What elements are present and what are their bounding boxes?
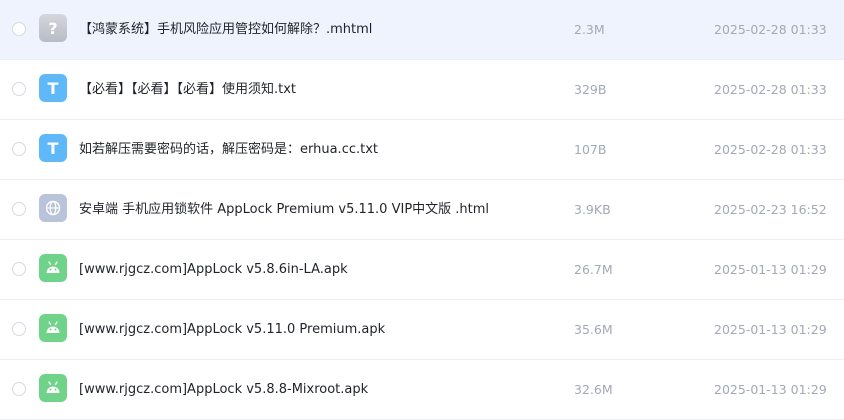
file-size: 32.6M (574, 382, 613, 397)
globe-glyph (45, 200, 61, 216)
unknown-file-icon: ? (39, 14, 67, 42)
file-date: 2025-01-13 01:29 (714, 262, 827, 277)
file-row[interactable]: [www.rjgcz.com]AppLock v5.8.8-Mixroot.ap… (0, 360, 844, 420)
file-row[interactable]: T 如若解压需要密码的话，解压密码是：erhua.cc.txt 107B 202… (0, 120, 844, 180)
file-row[interactable]: ? 【鸿蒙系统】手机风险应用管控如何解除？.mhtml 2.3M 2025-02… (0, 0, 844, 60)
file-size: 329B (574, 82, 607, 97)
row-checkbox[interactable] (12, 22, 26, 36)
txt-file-icon: T (39, 74, 67, 102)
file-row[interactable]: 安卓端 手机应用锁软件 AppLock Premium v5.11.0 VIP中… (0, 180, 844, 240)
file-date: 2025-02-28 01:33 (714, 82, 827, 97)
file-name[interactable]: 【必看】【必看】【必看】使用须知.txt (79, 60, 296, 120)
file-name[interactable]: 安卓端 手机应用锁软件 AppLock Premium v5.11.0 VIP中… (79, 180, 489, 240)
file-date: 2025-02-28 01:33 (714, 22, 827, 37)
txt-file-icon: T (39, 134, 67, 162)
file-date: 2025-02-28 01:33 (714, 142, 827, 157)
file-name[interactable]: 【鸿蒙系统】手机风险应用管控如何解除？.mhtml (79, 0, 372, 60)
android-icon (39, 314, 67, 342)
row-checkbox[interactable] (12, 82, 26, 96)
row-checkbox[interactable] (12, 262, 26, 276)
file-list: ? 【鸿蒙系统】手机风险应用管控如何解除？.mhtml 2.3M 2025-02… (0, 0, 844, 420)
file-row[interactable]: T 【必看】【必看】【必看】使用须知.txt 329B 2025-02-28 0… (0, 60, 844, 120)
file-size: 107B (574, 142, 607, 157)
file-name[interactable]: [www.rjgcz.com]AppLock v5.8.8-Mixroot.ap… (79, 360, 368, 420)
android-icon (39, 254, 67, 282)
file-name[interactable]: [www.rjgcz.com]AppLock v5.8.6in-LA.apk (79, 240, 348, 300)
android-glyph (46, 381, 60, 393)
row-checkbox[interactable] (12, 142, 26, 156)
file-size: 2.3M (574, 22, 605, 37)
file-date: 2025-02-23 16:52 (714, 202, 827, 217)
android-glyph (46, 321, 60, 333)
row-checkbox[interactable] (12, 322, 26, 336)
file-name[interactable]: 如若解压需要密码的话，解压密码是：erhua.cc.txt (79, 120, 378, 180)
file-size: 35.6M (574, 322, 613, 337)
file-size: 26.7M (574, 262, 613, 277)
row-checkbox[interactable] (12, 202, 26, 216)
file-size: 3.9KB (574, 202, 611, 217)
file-row[interactable]: [www.rjgcz.com]AppLock v5.8.6in-LA.apk 2… (0, 240, 844, 300)
file-row[interactable]: [www.rjgcz.com]AppLock v5.11.0 Premium.a… (0, 300, 844, 360)
file-name[interactable]: [www.rjgcz.com]AppLock v5.11.0 Premium.a… (79, 300, 385, 360)
android-icon (39, 374, 67, 402)
android-glyph (46, 261, 60, 273)
file-date: 2025-01-13 01:29 (714, 382, 827, 397)
file-date: 2025-01-13 01:29 (714, 322, 827, 337)
globe-icon (39, 194, 67, 222)
row-checkbox[interactable] (12, 382, 26, 396)
